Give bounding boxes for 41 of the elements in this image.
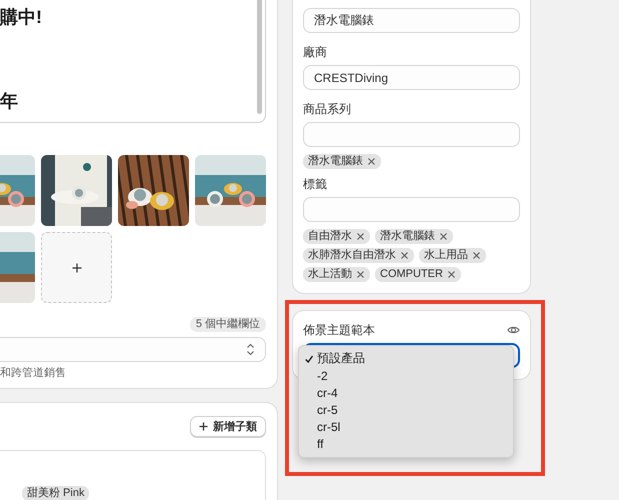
- chevron-icon: [246, 343, 255, 356]
- eye-icon[interactable]: [507, 324, 520, 336]
- remove-icon[interactable]: [439, 232, 448, 241]
- field-value: CRESTDiving: [314, 70, 388, 84]
- remove-icon[interactable]: [356, 232, 365, 241]
- input-field[interactable]: CRESTDiving: [303, 65, 520, 90]
- field-label: 標籤: [303, 177, 328, 191]
- remove-icon[interactable]: [472, 251, 481, 260]
- input-field[interactable]: 潛水電腦錶: [303, 8, 520, 33]
- input-field[interactable]: [303, 122, 520, 147]
- plus-icon: [199, 422, 208, 431]
- menu-item[interactable]: cr-5l: [299, 418, 513, 435]
- tag-label: 水上活動: [308, 267, 352, 282]
- description-text: 購中!: [0, 6, 43, 28]
- menu-item[interactable]: ff: [299, 435, 513, 452]
- menu-item[interactable]: 預設產品: [299, 350, 513, 367]
- add-variant-button[interactable]: 新增子類: [190, 416, 266, 437]
- metafield-count-badge: 5 個中繼欄位: [190, 317, 266, 332]
- field-label: 佈景主題範本: [303, 323, 375, 337]
- remove-icon[interactable]: [367, 157, 376, 166]
- select-field[interactable]: [0, 337, 266, 362]
- menu-item[interactable]: cr-4: [299, 384, 513, 401]
- tag-label: 自由潛水: [308, 229, 352, 244]
- remove-icon[interactable]: [400, 251, 409, 260]
- tag-label: 水肺潛水自由潛水: [308, 248, 396, 263]
- tag-label: COMPUTER: [380, 267, 443, 282]
- remove-icon[interactable]: [446, 270, 456, 279]
- helper-text: 和跨管道銷售: [0, 367, 67, 380]
- scrollbar[interactable]: [257, 0, 262, 114]
- field-label: 商品系列: [303, 102, 352, 116]
- input-field[interactable]: [303, 197, 520, 222]
- tag-label: 潛水電腦錶: [308, 154, 363, 169]
- tag-label: 水上用品: [424, 248, 468, 263]
- plus-icon: [72, 262, 82, 272]
- remove-icon[interactable]: [356, 270, 365, 279]
- menu-item[interactable]: -2: [299, 367, 513, 384]
- field-value: 潛水電腦錶: [314, 12, 374, 29]
- tag-label: 潛水電腦錶: [380, 229, 435, 244]
- menu-item[interactable]: cr-5: [299, 401, 513, 418]
- variant-tag: 甜美粉 Pink: [22, 486, 90, 500]
- field-label: 廠商: [303, 45, 328, 59]
